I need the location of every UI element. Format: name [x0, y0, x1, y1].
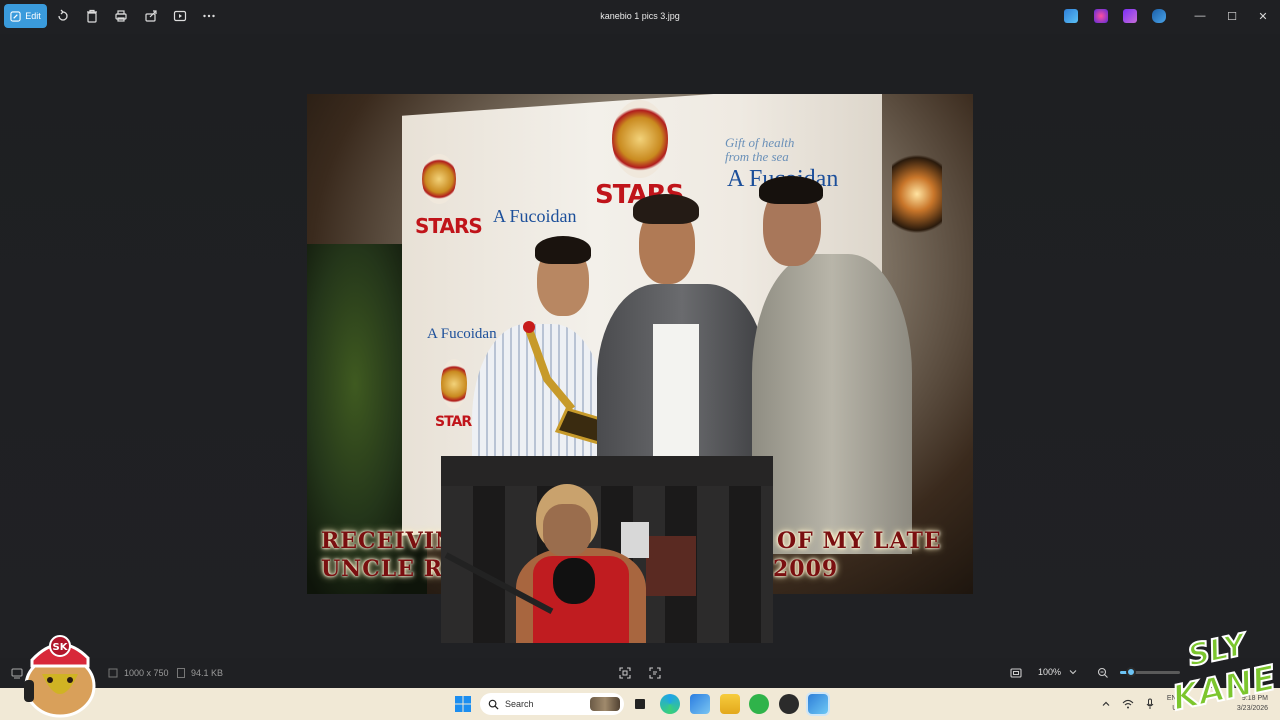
photo-caption-line1-right: OF MY LATE	[777, 528, 942, 554]
sticker-badge-text: SK	[53, 642, 69, 653]
image-dimensions: 1000 x 750	[124, 668, 169, 678]
delete-icon[interactable]	[84, 8, 100, 24]
banner-stars-text: STARS	[415, 214, 483, 238]
fit-to-window-icon[interactable]	[618, 666, 632, 680]
taskbar-search-box[interactable]: Search	[480, 693, 624, 715]
rotate-icon[interactable]	[55, 8, 71, 24]
file-size: 94.1 KB	[191, 668, 224, 678]
close-button[interactable]: ✕	[1251, 6, 1275, 26]
zoom-out-icon[interactable]	[1096, 666, 1110, 680]
clipchamp-icon[interactable]	[1123, 9, 1137, 23]
task-view-icon[interactable]	[630, 694, 650, 714]
chevron-down-icon	[1069, 670, 1077, 675]
award-seal-logo	[441, 359, 467, 409]
network-icon[interactable]	[1118, 694, 1138, 714]
spotify-icon[interactable]	[749, 694, 769, 714]
edit-button-label: Edit	[25, 11, 41, 21]
dimensions-icon	[106, 666, 120, 680]
webcam-red-panel	[646, 536, 696, 596]
edge-browser-icon[interactable]	[660, 694, 680, 714]
share-icon[interactable]	[143, 8, 159, 24]
windows-start-icon[interactable]	[453, 694, 473, 714]
onedrive-icon[interactable]	[1152, 9, 1166, 23]
search-icon	[488, 699, 499, 710]
webcam-white-card	[621, 522, 649, 558]
zoom-dropdown[interactable]: 100%	[1031, 662, 1085, 682]
maximize-button[interactable]: ☐	[1220, 6, 1244, 26]
slideshow-icon[interactable]	[172, 8, 188, 24]
ocr-icon[interactable]	[648, 666, 662, 680]
minimize-button[interactable]: —	[1188, 6, 1212, 26]
status-bar: 1000 x 750 94.1 KB 100%	[0, 658, 1280, 688]
print-icon[interactable]	[113, 8, 129, 24]
award-seal-logo	[612, 100, 668, 178]
banner-brand-text: A Fucoidan	[427, 326, 497, 342]
search-placeholder: Search	[505, 699, 534, 709]
file-size-icon	[174, 666, 188, 680]
zoom-level: 100%	[1038, 667, 1062, 677]
actual-size-icon[interactable]	[1009, 666, 1023, 680]
webcam-overlay	[441, 456, 773, 643]
webcam-streamer-face	[543, 504, 591, 556]
copilot-icon[interactable]	[1094, 9, 1108, 23]
photo-caption-line2-left: UNCLE R	[321, 556, 443, 582]
streamer-avatar-sticker: SK	[18, 628, 102, 718]
photo-app-icon[interactable]	[1064, 9, 1078, 23]
wall-lamp	[892, 144, 942, 244]
store-icon[interactable]	[690, 694, 710, 714]
banner-gift-text: Gift of health from the sea	[725, 135, 795, 164]
photo-caption-line2-right: 2009	[773, 556, 839, 582]
title-bar: Edit kanebio 1 pics 3.jpg — ☐ ✕	[0, 0, 1280, 34]
chevron-up-icon[interactable]	[1096, 694, 1116, 714]
photos-app-icon[interactable]	[808, 694, 828, 714]
obs-icon[interactable]	[779, 694, 799, 714]
window-title: kanebio 1 pics 3.jpg	[600, 11, 680, 21]
windows-taskbar: Search ENG US 9:18 PM 3/23/2026	[0, 688, 1280, 720]
file-explorer-icon[interactable]	[720, 694, 740, 714]
edit-button[interactable]: Edit	[4, 4, 47, 28]
banner-brand-text: A Fucoidan	[493, 206, 577, 226]
zoom-slider-thumb[interactable]	[1125, 667, 1136, 677]
edit-icon	[10, 10, 21, 22]
microphone-icon	[553, 558, 595, 604]
award-seal-logo	[422, 154, 456, 204]
search-highlight-icon	[590, 697, 620, 711]
microphone-tray-icon[interactable]	[1140, 694, 1160, 714]
photo-caption-line1-left: RECEIVIN	[321, 528, 457, 554]
more-icon[interactable]	[201, 8, 217, 24]
